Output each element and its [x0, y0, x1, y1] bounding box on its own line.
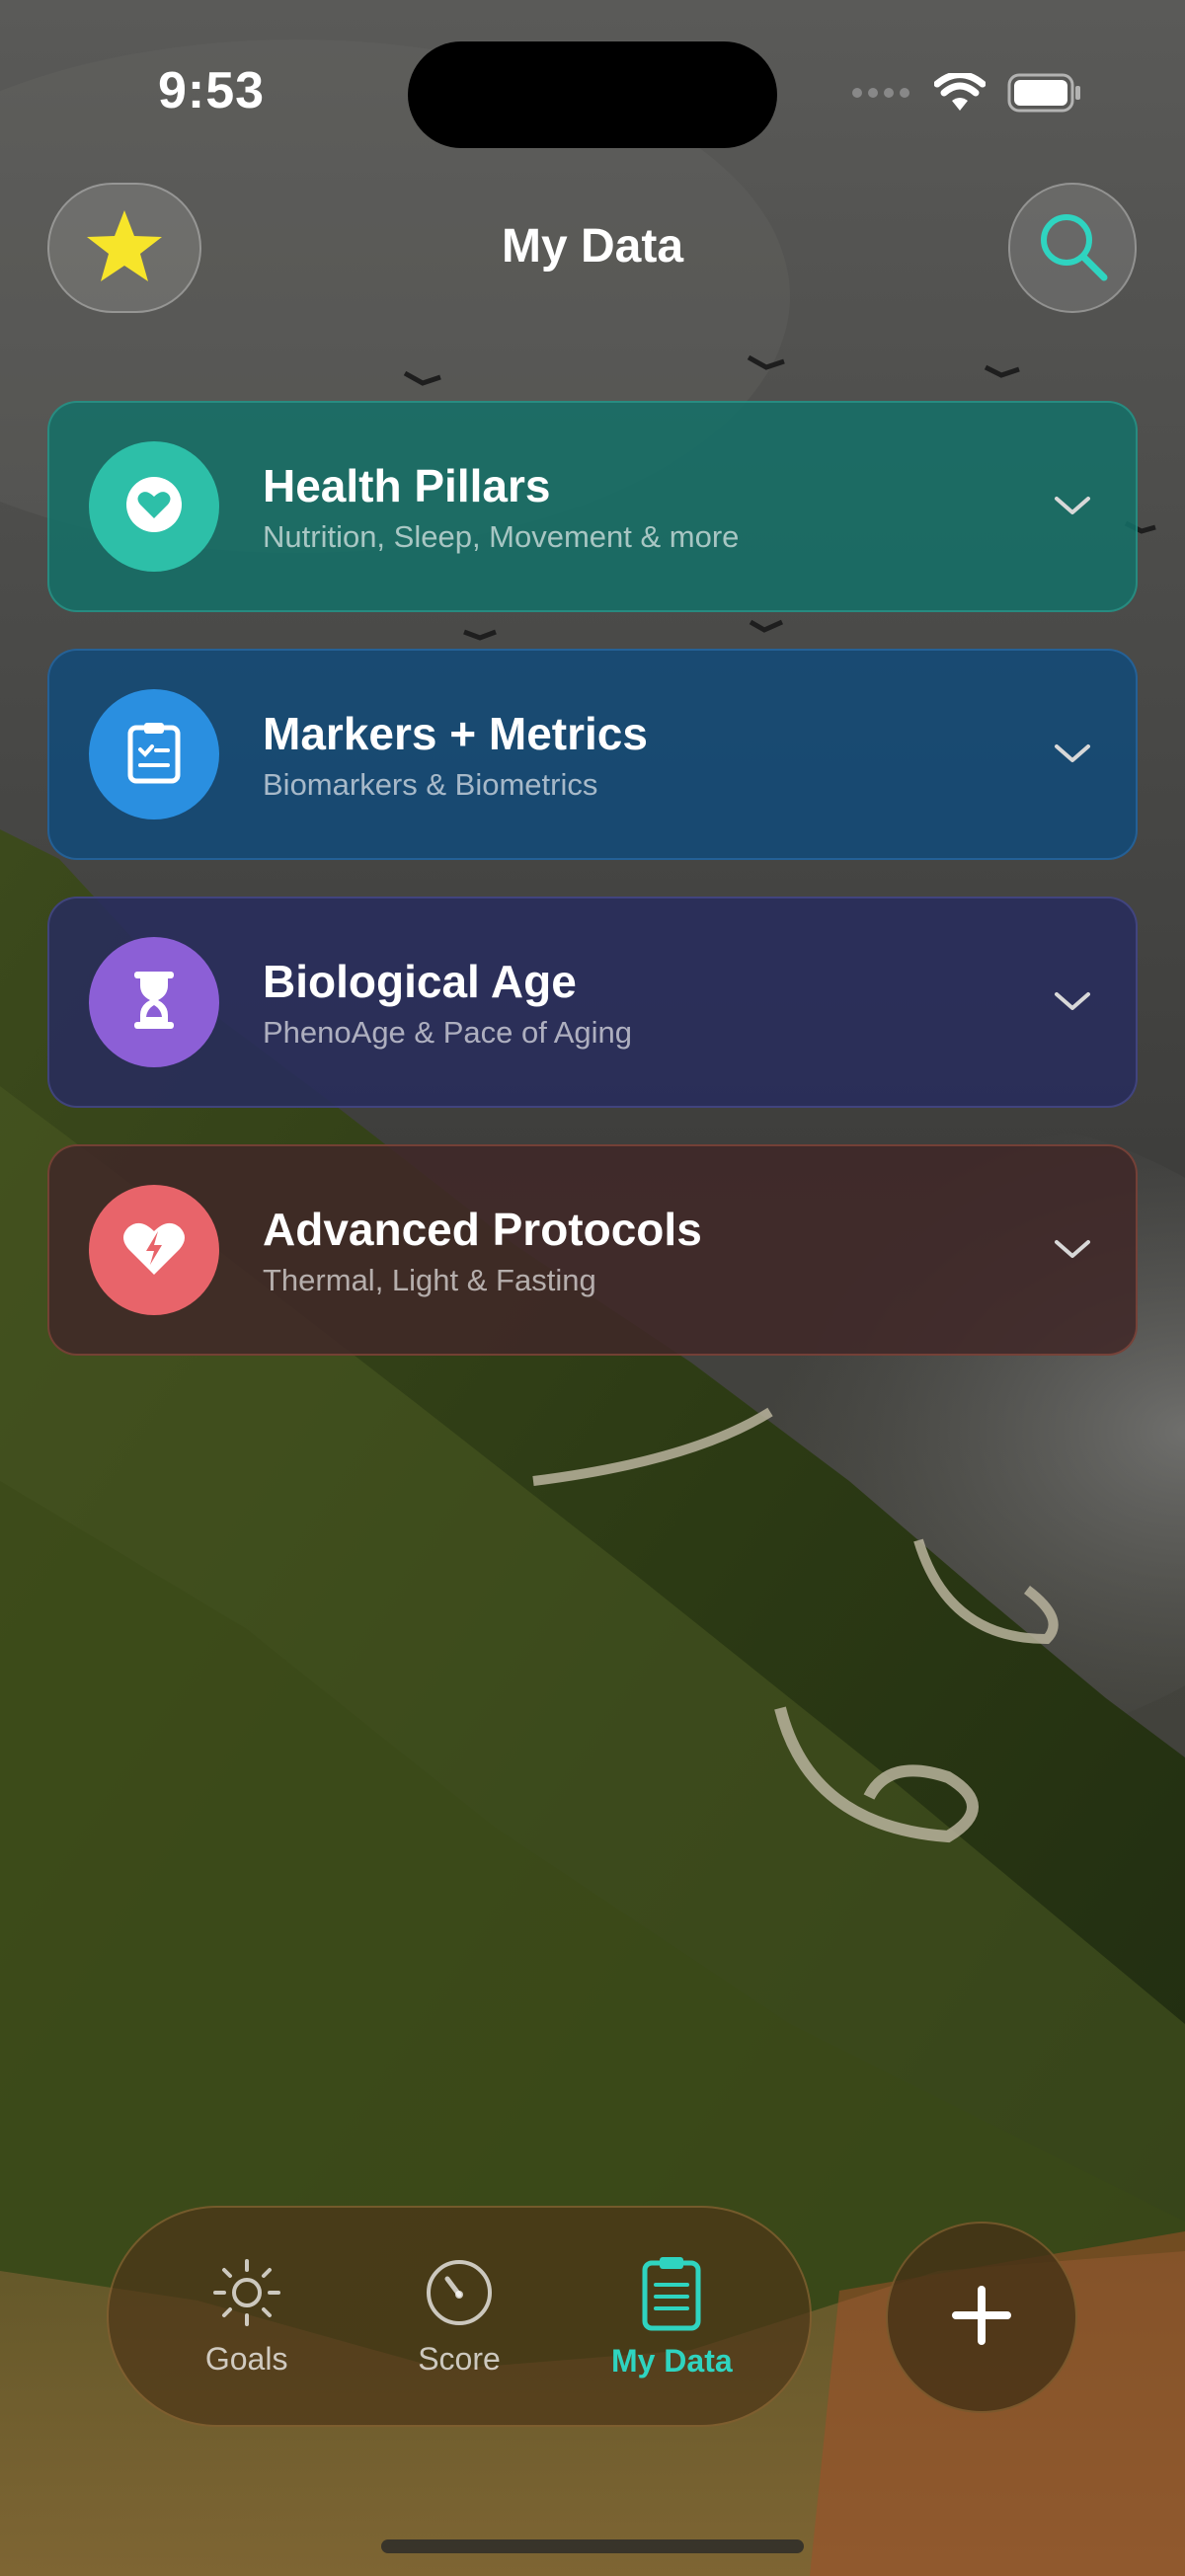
page-title: My Data	[501, 220, 684, 273]
battery-icon	[1007, 73, 1082, 117]
add-button[interactable]	[886, 2222, 1077, 2413]
tab-score[interactable]: Score	[365, 2255, 553, 2378]
search-button[interactable]	[1008, 183, 1137, 313]
card-title: Advanced Protocols	[263, 1204, 702, 1255]
card-health-pillars[interactable]: Health Pillars Nutrition, Sleep, Movemen…	[47, 401, 1138, 612]
tab-label: My Data	[610, 2343, 733, 2379]
card-subtitle: PhenoAge & Pace of Aging	[263, 1015, 633, 1050]
signal-icon	[851, 86, 912, 105]
health-pillars-icon-badge	[89, 441, 219, 572]
chevron-down-icon[interactable]	[1053, 990, 1092, 1014]
chevron-down-icon[interactable]	[1053, 495, 1092, 518]
card-title: Markers + Metrics	[263, 708, 648, 759]
chevron-down-icon[interactable]	[1053, 742, 1092, 766]
clipboard-icon	[126, 720, 182, 790]
status-time: 9:53	[158, 62, 266, 119]
dynamic-island	[408, 41, 777, 148]
tab-my-data[interactable]: My Data	[578, 2253, 765, 2380]
card-title: Biological Age	[263, 956, 577, 1007]
plus-icon	[950, 2284, 1013, 2352]
advanced-protocols-icon-badge	[89, 1185, 219, 1315]
chevron-down-icon[interactable]	[1053, 1238, 1092, 1262]
gauge-icon	[422, 2255, 497, 2335]
home-indicator	[381, 2539, 804, 2553]
wifi-icon	[933, 71, 987, 117]
sun-icon	[209, 2255, 284, 2335]
status-icons	[851, 71, 1082, 117]
card-subtitle: Nutrition, Sleep, Movement & more	[263, 519, 740, 554]
card-markers-metrics[interactable]: Markers + Metrics Biomarkers & Biometric…	[47, 649, 1138, 860]
tab-bar: Goals Score My Data	[107, 2206, 812, 2427]
heart-bolt-icon	[120, 1217, 188, 1284]
biological-age-icon-badge	[89, 937, 219, 1067]
card-biological-age[interactable]: Biological Age PhenoAge & Pace of Aging	[47, 897, 1138, 1108]
card-subtitle: Biomarkers & Biometrics	[263, 767, 598, 802]
search-icon	[1035, 208, 1110, 288]
card-title: Health Pillars	[263, 460, 551, 511]
card-advanced-protocols[interactable]: Advanced Protocols Thermal, Light & Fast…	[47, 1144, 1138, 1356]
markers-metrics-icon-badge	[89, 689, 219, 820]
tab-goals[interactable]: Goals	[153, 2255, 341, 2378]
heart-icon	[122, 473, 186, 541]
tab-label: Score	[418, 2341, 501, 2377]
tab-label: Goals	[204, 2341, 288, 2377]
card-subtitle: Thermal, Light & Fasting	[263, 1263, 596, 1297]
clipboard-icon	[640, 2253, 703, 2337]
hourglass-icon	[130, 970, 178, 1036]
